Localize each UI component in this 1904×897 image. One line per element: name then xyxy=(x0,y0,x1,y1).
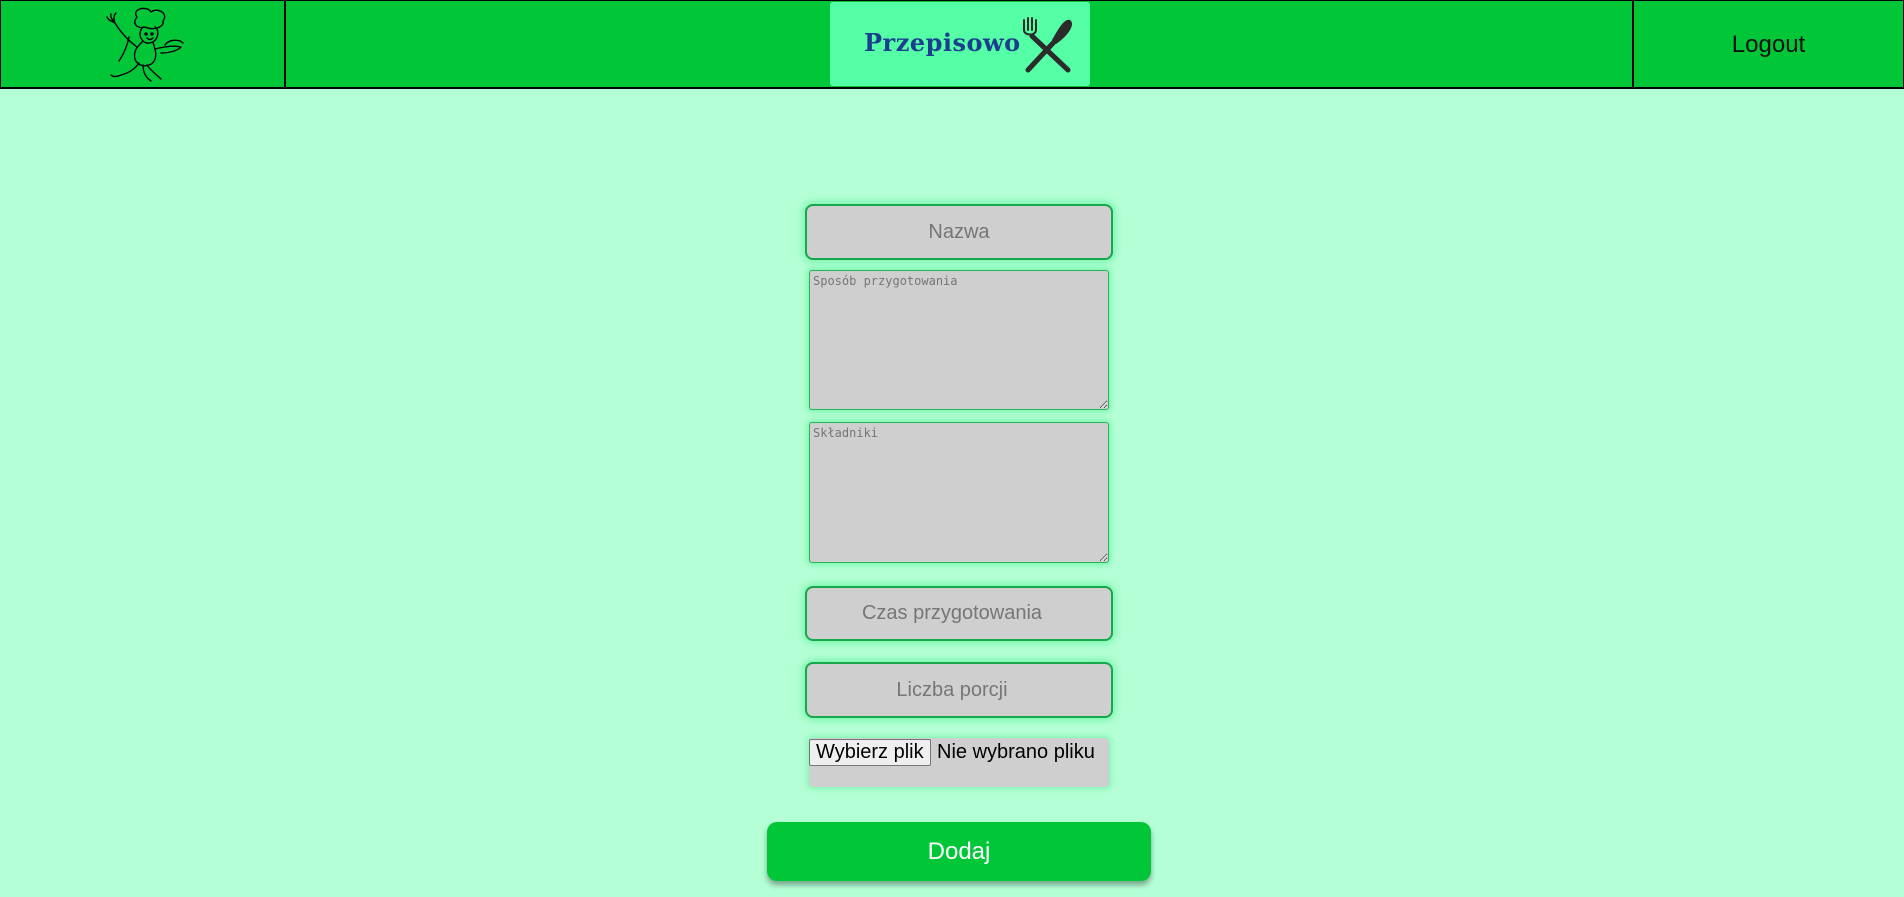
prep-time-input[interactable] xyxy=(805,586,1113,641)
preparation-textarea[interactable] xyxy=(809,270,1109,410)
ingredients-textarea[interactable] xyxy=(809,422,1109,563)
add-recipe-form: Wybierz plik Nie wybrano pliku Dodaj xyxy=(0,0,1904,897)
recipe-name-input[interactable] xyxy=(805,204,1113,260)
image-upload: Wybierz plik Nie wybrano pliku xyxy=(809,738,1109,787)
choose-file-button[interactable]: Wybierz plik xyxy=(809,739,931,766)
servings-input[interactable] xyxy=(805,662,1113,718)
add-recipe-button[interactable]: Dodaj xyxy=(767,822,1151,881)
file-status-text: Nie wybrano pliku xyxy=(937,741,1095,763)
